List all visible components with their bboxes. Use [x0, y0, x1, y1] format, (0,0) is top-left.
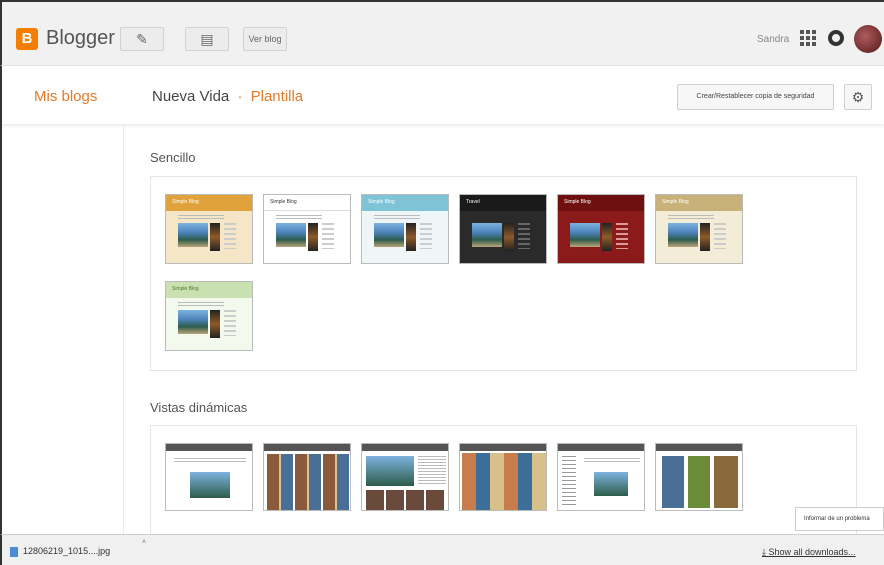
section-title-dynamic: Vistas dinámicas: [150, 400, 248, 415]
report-problem-popup[interactable]: Informar de un problema: [795, 507, 884, 531]
download-file-name: 12806219_1015....jpg: [23, 546, 111, 556]
my-blogs-link[interactable]: Mis blogs: [34, 88, 97, 105]
breadcrumb-separator: ·: [237, 88, 243, 105]
pencil-icon: ✎: [136, 31, 148, 47]
apps-icon[interactable]: [800, 30, 816, 46]
breadcrumb: Nueva Vida · Plantilla: [152, 88, 303, 105]
dynamic-template-thumb[interactable]: [459, 443, 547, 511]
dynamic-photo: [190, 472, 230, 498]
template-photo: [570, 223, 600, 247]
dynamic-template-thumb[interactable]: [165, 443, 253, 511]
template-title: Simple Blog: [662, 199, 689, 205]
blog-name[interactable]: Nueva Vida: [152, 88, 229, 105]
download-item[interactable]: 12806219_1015....jpg: [10, 546, 110, 557]
backup-button[interactable]: Crear/Restablecer copia de seguridad: [677, 84, 834, 110]
mosaic-grid: [462, 453, 546, 510]
dynamic-template-thumb[interactable]: [655, 443, 743, 511]
page-title: Plantilla: [250, 88, 304, 105]
top-bar: B Blogger ✎ ▤ Ver blog Sandra: [0, 0, 884, 66]
downloads-bar: 12806219_1015....jpg ˄ ⤓ Show all downlo…: [0, 534, 884, 565]
user-name[interactable]: Sandra: [757, 34, 789, 45]
dynamic-template-thumb[interactable]: [557, 443, 645, 511]
pages-button[interactable]: ▤: [185, 27, 229, 51]
mosaic-grid: [267, 454, 349, 510]
download-icon: ⤓: [762, 547, 766, 557]
template-thumb[interactable]: Simple Blog: [165, 281, 253, 351]
template-title: Simple Blog: [368, 199, 395, 205]
dynamic-template-thumb[interactable]: [361, 443, 449, 511]
avatar[interactable]: [854, 25, 882, 53]
template-thumb[interactable]: Simple Blog: [655, 194, 743, 264]
template-title: Simple Blog: [270, 199, 297, 205]
template-photo: [472, 223, 502, 247]
template-title: Simple Blog: [564, 199, 591, 205]
template-title: Simple Blog: [172, 199, 199, 205]
pages-icon: ▤: [200, 31, 214, 47]
simple-templates-panel: Simple Blog Simple Blog Simple Blog Trav…: [150, 176, 857, 371]
file-icon: [10, 546, 18, 557]
template-title: Simple Blog: [172, 286, 199, 292]
view-blog-button[interactable]: Ver blog: [243, 27, 287, 51]
template-thumb[interactable]: Travel: [459, 194, 547, 264]
dynamic-templates-panel: [150, 425, 857, 534]
mosaic-grid: [662, 456, 738, 508]
notifications-icon[interactable]: [828, 30, 844, 46]
template-photo: [276, 223, 306, 247]
template-title: Travel: [466, 199, 480, 205]
template-thumb[interactable]: Simple Blog: [361, 194, 449, 264]
new-post-button[interactable]: ✎: [120, 27, 164, 51]
sub-header: Mis blogs Nueva Vida · Plantilla Crear/R…: [0, 66, 884, 124]
template-thumb[interactable]: Simple Blog: [263, 194, 351, 264]
show-all-label: Show all downloads...: [768, 547, 856, 557]
dynamic-template-thumb[interactable]: [263, 443, 351, 511]
template-thumb[interactable]: Simple Blog: [557, 194, 645, 264]
template-thumb[interactable]: Simple Blog: [165, 194, 253, 264]
gear-icon[interactable]: ⚙: [844, 84, 872, 110]
section-title-simple: Sencillo: [150, 150, 196, 165]
template-photo: [178, 310, 208, 334]
blogger-logo-icon[interactable]: B: [16, 28, 38, 50]
template-photo: [668, 223, 698, 247]
chevron-up-icon[interactable]: ˄: [142, 539, 146, 546]
brand-title[interactable]: Blogger: [46, 27, 115, 50]
show-all-downloads-link[interactable]: ⤓ Show all downloads...: [762, 547, 856, 558]
template-photo: [178, 223, 208, 247]
left-column: [0, 124, 124, 534]
template-photo: [374, 223, 404, 247]
